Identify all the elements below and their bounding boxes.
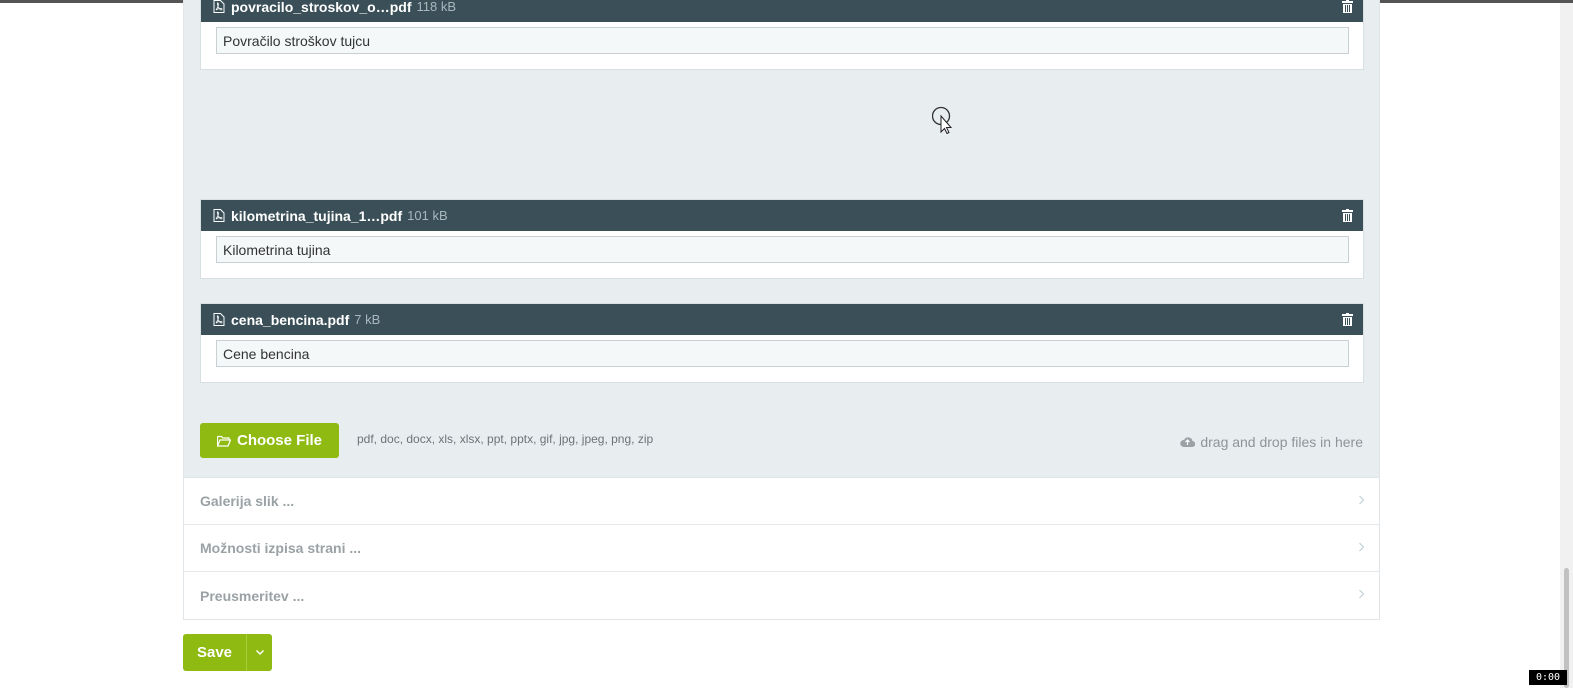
file-card: kilometrina_tujina_1…pdf 101 kB [200, 199, 1364, 279]
file-size: 101 kB [407, 208, 448, 223]
pdf-file-icon [213, 313, 225, 326]
file-header: cena_bencina.pdf 7 kB [201, 304, 1363, 335]
accordion-item-print-options[interactable]: Možnosti izpisa strani ... [184, 525, 1379, 572]
scrollbar[interactable] [1560, 3, 1573, 688]
chevron-right-icon [1359, 542, 1365, 552]
accordion: Galerija slik ... Možnosti izpisa strani… [183, 477, 1380, 620]
trash-icon[interactable] [1342, 0, 1353, 13]
file-size: 7 kB [354, 312, 381, 327]
save-button-group: Save [183, 634, 272, 671]
chevron-right-icon [1359, 495, 1365, 505]
file-name: povracilo_stroskov_o…pdf [231, 0, 412, 15]
file-description-input[interactable] [216, 236, 1349, 263]
choose-file-label: Choose File [236, 432, 322, 449]
file-size: 118 kB [416, 0, 457, 14]
file-description-input[interactable] [216, 27, 1349, 54]
accordion-label: Možnosti izpisa strani ... [200, 540, 362, 556]
cloud-upload-icon [1180, 437, 1196, 448]
file-name: kilometrina_tujina_1…pdf [231, 207, 403, 224]
pdf-file-icon [213, 209, 225, 222]
file-card: cena_bencina.pdf 7 kB [200, 303, 1364, 383]
file-header: kilometrina_tujina_1…pdf 101 kB [201, 200, 1363, 231]
drag-drop-label: drag and drop files in here [1200, 434, 1363, 450]
cursor-icon [932, 106, 953, 134]
allowed-extensions: pdf, doc, docx, xls, xlsx, ppt, pptx, gi… [357, 432, 654, 446]
file-header: povracilo_stroskov_o…pdf 118 kB [201, 0, 1363, 22]
file-name: cena_bencina.pdf [231, 311, 350, 328]
accordion-label: Galerija slik ... [200, 493, 295, 509]
save-button[interactable]: Save [183, 634, 246, 671]
chevron-down-icon [255, 649, 264, 656]
choose-file-button[interactable]: Choose File [200, 423, 339, 458]
pdf-file-icon [213, 0, 225, 13]
attachments-panel: povracilo_stroskov_o…pdf 118 kB kilometr… [183, 0, 1380, 477]
chevron-right-icon [1359, 589, 1365, 599]
trash-icon[interactable] [1342, 313, 1353, 326]
save-options-dropdown[interactable] [246, 634, 272, 671]
file-card: povracilo_stroskov_o…pdf 118 kB [200, 0, 1364, 70]
timer-badge: 0:00 [1529, 670, 1567, 685]
accordion-label: Preusmeritev ... [200, 587, 305, 604]
drag-drop-hint: drag and drop files in here [1180, 434, 1363, 450]
accordion-item-gallery[interactable]: Galerija slik ... [184, 478, 1379, 525]
file-description-input[interactable] [216, 340, 1349, 367]
accordion-item-redirect[interactable]: Preusmeritev ... [184, 572, 1379, 619]
trash-icon[interactable] [1342, 209, 1353, 222]
folder-open-icon [216, 435, 231, 447]
